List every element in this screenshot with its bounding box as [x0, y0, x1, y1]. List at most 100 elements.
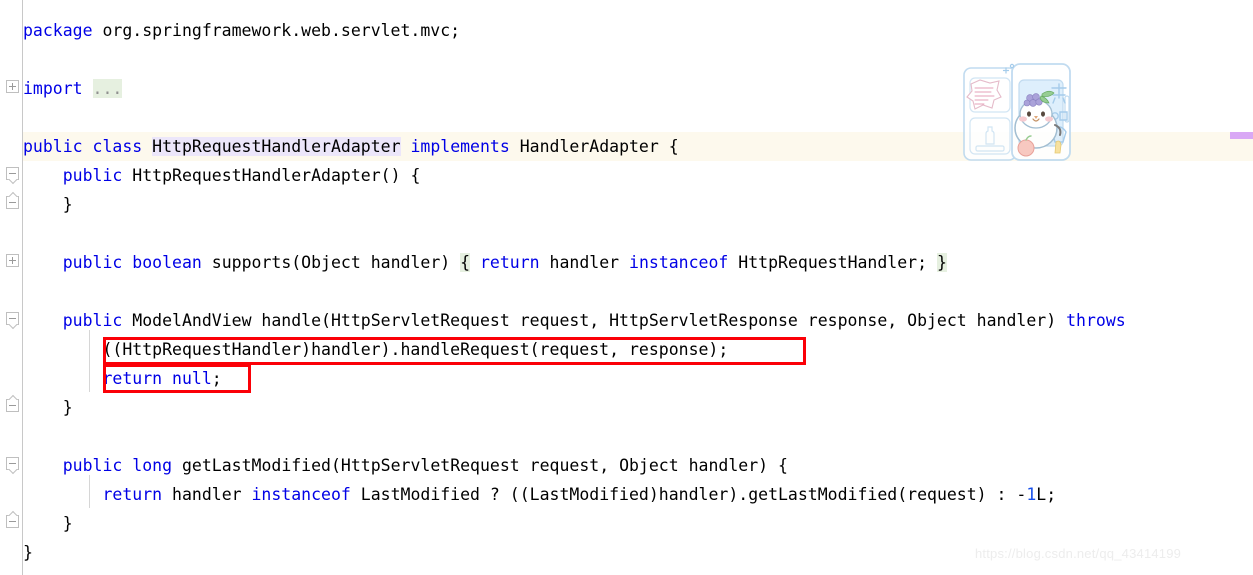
code-token: public	[62, 456, 123, 475]
code-line-text: public class HttpRequestHandlerAdapter i…	[23, 132, 679, 161]
code-line[interactable]	[0, 277, 1253, 306]
code-token: org.springframework.web.servlet.mvc;	[92, 21, 461, 40]
csdn-watermark: https://blog.csdn.net/qq_43414199	[975, 546, 1182, 561]
code-token: supports(Object handler)	[201, 253, 461, 272]
code-line[interactable]	[0, 219, 1253, 248]
fold-region-tip-icon	[6, 509, 19, 516]
code-line-text: }	[23, 538, 33, 567]
code-line-text: public HttpRequestHandlerAdapter() {	[23, 161, 421, 190]
code-token: }	[23, 514, 73, 533]
code-token: public	[62, 253, 123, 272]
indent-guide	[89, 475, 90, 508]
code-line[interactable]	[0, 422, 1253, 451]
code-line[interactable]: return null;	[0, 364, 1253, 393]
code-line-text: public long getLastModified(HttpServletR…	[23, 451, 788, 480]
code-token: null	[172, 369, 212, 388]
fold-plus-glyph	[12, 83, 13, 90]
code-token: ...	[92, 79, 123, 98]
code-token: LastModified ? ((LastModified)handler).g…	[350, 485, 1027, 504]
fold-minus-glyph	[9, 521, 16, 522]
fold-minus-glyph	[9, 463, 16, 464]
fold-minus-glyph	[9, 405, 16, 406]
fold-marker-import[interactable]	[6, 80, 23, 97]
code-line-text: return handler instanceof LastModified ?…	[23, 480, 1056, 509]
code-token: getLastModified(HttpServletRequest reque…	[172, 456, 788, 475]
code-line-text: }	[23, 393, 73, 422]
code-line[interactable]: }	[0, 393, 1253, 422]
code-line-text: }	[23, 509, 73, 538]
code-line[interactable]: public ModelAndView handle(HttpServletRe…	[0, 306, 1253, 335]
code-token: ModelAndView handle(HttpServletRequest r…	[122, 311, 1067, 330]
code-line[interactable]: ((HttpRequestHandler)handler).handleRequ…	[0, 335, 1253, 364]
code-token: import	[23, 79, 83, 98]
code-line[interactable]: package org.springframework.web.servlet.…	[0, 16, 1253, 45]
code-token: ;	[211, 369, 222, 388]
code-token: class	[92, 137, 143, 156]
code-token: return	[480, 253, 540, 272]
fold-marker-supports[interactable]	[6, 254, 23, 271]
code-token: ((HttpRequestHandler)handler).handleRequ…	[23, 340, 729, 359]
code-token: package	[23, 21, 93, 40]
code-line-text: import ...	[23, 74, 123, 103]
fold-marker-handle-start[interactable]	[6, 312, 23, 329]
editor-gutter[interactable]	[0, 0, 23, 575]
code-token: handler	[162, 485, 252, 504]
code-token: boolean	[132, 253, 202, 272]
code-token: public	[62, 311, 123, 330]
code-token: public	[23, 137, 83, 156]
fold-minus-glyph	[9, 318, 16, 319]
fold-minus-glyph	[9, 173, 16, 174]
code-line[interactable]: public HttpRequestHandlerAdapter() {	[0, 161, 1253, 190]
code-token: }	[23, 543, 33, 562]
code-token: public	[62, 166, 123, 185]
code-token: handler	[539, 253, 630, 272]
fold-region-tip-icon	[6, 190, 19, 197]
code-token: HttpRequestHandler;	[728, 253, 937, 272]
code-token: 1	[1026, 485, 1037, 504]
code-token: }	[23, 195, 73, 214]
code-token: L;	[1036, 485, 1057, 504]
code-line-text: package org.springframework.web.servlet.…	[23, 16, 460, 45]
fold-marker-getlastmodified-start[interactable]	[6, 457, 23, 474]
code-line[interactable]: public long getLastModified(HttpServletR…	[0, 451, 1253, 480]
fold-region-tip-icon	[6, 179, 19, 186]
cartoon-fridge-sticker	[960, 62, 1078, 162]
code-token: }	[23, 398, 73, 417]
code-line[interactable]: }	[0, 190, 1253, 219]
fold-region-tip-icon	[6, 469, 19, 476]
fold-marker-constructor-start[interactable]	[6, 167, 23, 184]
caret-line-right-marker	[1230, 132, 1253, 139]
code-line-text: public boolean supports(Object handler) …	[23, 248, 947, 277]
code-line[interactable]: public boolean supports(Object handler) …	[0, 248, 1253, 277]
code-token: HttpRequestHandlerAdapter() {	[122, 166, 421, 185]
fold-marker-handle-end[interactable]	[6, 399, 23, 416]
fold-marker-constructor-end[interactable]	[6, 196, 23, 213]
code-token: instanceof	[251, 485, 351, 504]
code-line-text: }	[23, 190, 73, 219]
code-editor[interactable]: package org.springframework.web.servlet.…	[0, 0, 1253, 575]
fold-minus-glyph	[9, 202, 16, 203]
code-line-text: return null;	[23, 364, 222, 393]
indent-guide	[89, 330, 90, 392]
code-token: HttpRequestHandlerAdapter	[152, 137, 401, 156]
fold-marker-getlastmodified-end[interactable]	[6, 515, 23, 532]
code-token: instanceof	[629, 253, 729, 272]
code-line-text: ((HttpRequestHandler)handler).handleRequ…	[23, 335, 728, 364]
code-line[interactable]: return handler instanceof LastModified ?…	[0, 480, 1253, 509]
code-token: HandlerAdapter {	[509, 137, 679, 156]
fold-region-tip-icon	[6, 324, 19, 331]
code-line[interactable]: }	[0, 509, 1253, 538]
